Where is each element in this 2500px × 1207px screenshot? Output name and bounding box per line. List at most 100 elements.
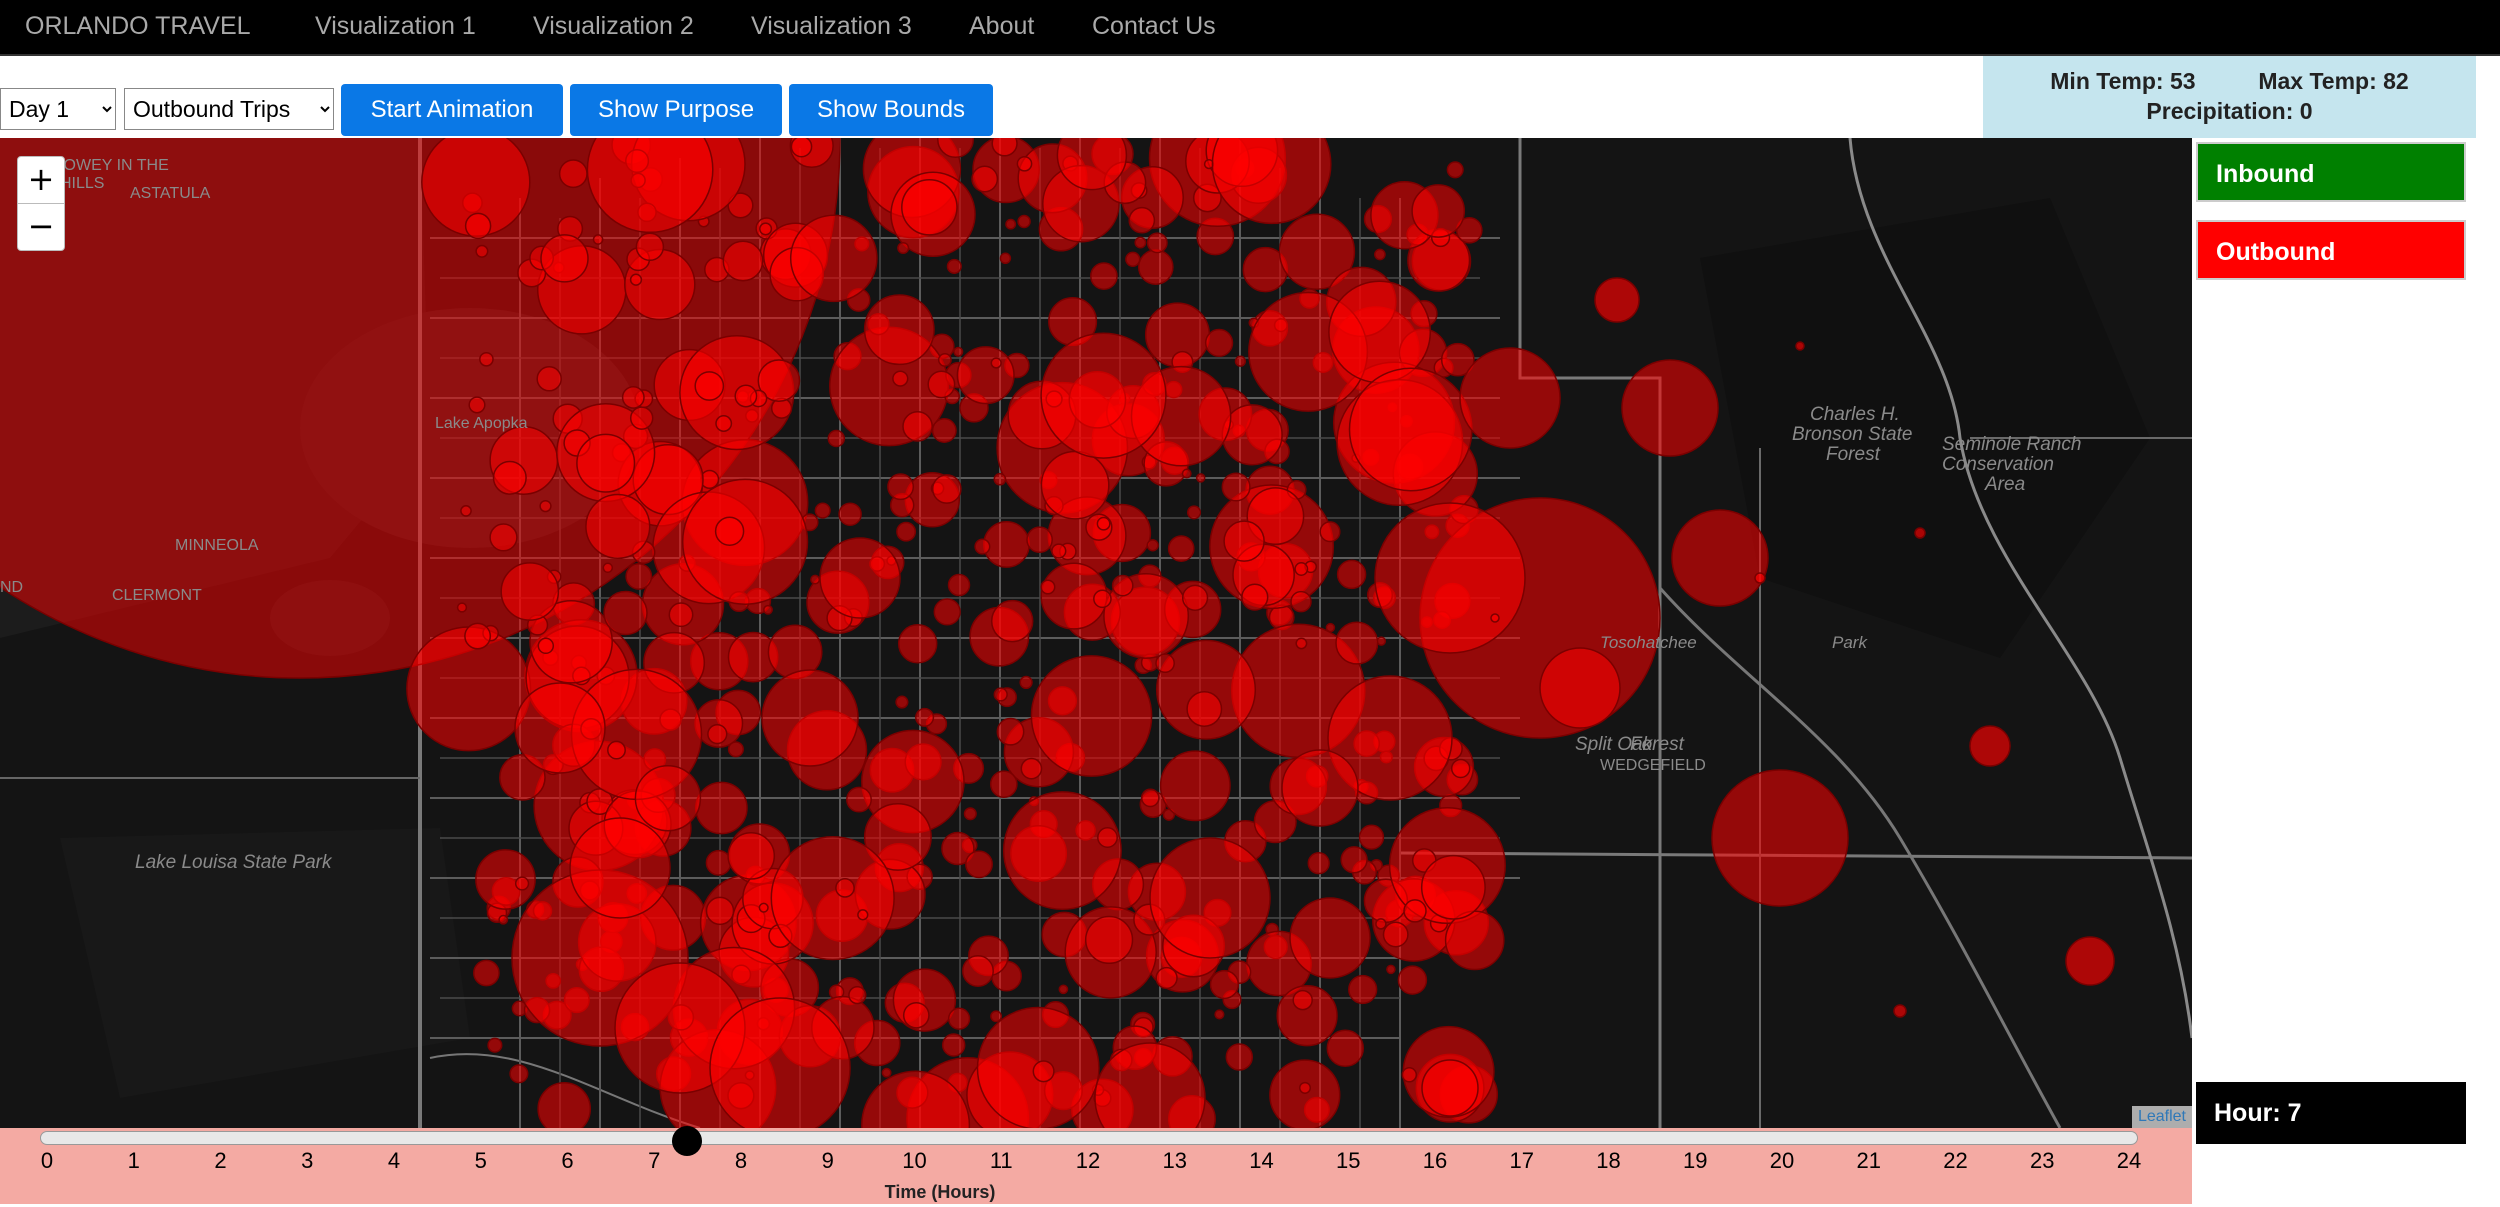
trip-circle	[585, 493, 651, 560]
trip-circle	[895, 695, 909, 709]
trip-circle	[540, 234, 589, 283]
trip-circle	[1490, 613, 1500, 623]
trip-circle	[1319, 521, 1341, 543]
time-tick-label: 1	[127, 1148, 140, 1173]
trip-circle	[814, 502, 831, 519]
time-tick-label: 9	[821, 1148, 834, 1173]
trip-circle	[1397, 965, 1428, 995]
trip-circle	[1134, 236, 1147, 249]
trip-circle	[1137, 249, 1174, 285]
nav-visualization-2[interactable]: Visualization 2	[533, 12, 694, 41]
nav-contact-us[interactable]: Contact Us	[1092, 12, 1216, 41]
trip-circle	[1374, 502, 1526, 654]
trip-circle	[1450, 758, 1471, 779]
trip-circle	[1420, 854, 1486, 920]
nav-visualization-3[interactable]: Visualization 3	[751, 12, 912, 41]
day-select[interactable]: Day 1	[0, 88, 116, 130]
trip-circle	[1289, 897, 1371, 979]
trip-circle	[569, 817, 671, 919]
trip-circle	[1032, 1060, 1055, 1083]
place-label: Forest	[1630, 734, 1685, 755]
trip-circle	[1294, 562, 1309, 576]
trip-circle	[838, 502, 862, 526]
trip-circle	[989, 770, 1018, 799]
trip-circle	[1084, 915, 1134, 965]
time-tick-label: 0	[40, 1148, 54, 1173]
trip-circle	[1195, 473, 1206, 483]
trip-circle	[1111, 574, 1134, 597]
trip-circle	[695, 781, 748, 835]
brand-link[interactable]: ORLANDO TRAVEL	[25, 12, 251, 41]
trip-circle	[498, 914, 509, 925]
show-purpose-button[interactable]: Show Purpose	[570, 84, 782, 136]
trip-circle	[1295, 637, 1308, 650]
trip-circle	[1446, 161, 1464, 179]
hour-display: Hour: 7	[2196, 1082, 2466, 1144]
trip-circle	[621, 385, 645, 409]
trip-circle	[514, 682, 606, 774]
trip-type-select[interactable]: Outbound Trips	[124, 88, 334, 130]
time-tick-label: 19	[1683, 1148, 1708, 1173]
place-label: ND	[0, 579, 23, 596]
trip-circle	[468, 396, 486, 414]
trip-circle	[1030, 655, 1153, 777]
time-tick-label: 2	[214, 1148, 227, 1173]
time-tick-label: 15	[1336, 1148, 1361, 1173]
trip-circle	[1146, 232, 1168, 254]
trip-circle	[763, 604, 773, 615]
trip-circle	[902, 1001, 930, 1029]
trip-circle	[603, 590, 648, 636]
trip-circle	[536, 366, 562, 392]
trip-circle	[727, 832, 776, 880]
trip-circle	[963, 807, 977, 821]
trip-circle	[956, 346, 1015, 405]
time-tick-label: 23	[2030, 1148, 2055, 1173]
trip-circle	[539, 499, 552, 513]
map-canvas: HOWEY IN THE HILLS ASTATULA Lake Apopka …	[0, 138, 2192, 1128]
trip-circle	[983, 520, 1030, 568]
place-label: CLERMONT	[112, 587, 202, 604]
trip-circle	[629, 406, 654, 430]
show-bounds-button[interactable]: Show Bounds	[789, 84, 993, 136]
trip-circle	[727, 741, 744, 758]
trip-circle	[1058, 984, 1069, 995]
leaflet-attribution[interactable]: Leaflet	[2131, 1106, 2192, 1128]
trip-circle	[1411, 184, 1466, 238]
trip-map[interactable]: HOWEY IN THE HILLS ASTATULA Lake Apopka …	[0, 138, 2192, 1128]
trip-circle	[602, 562, 614, 574]
trip-circle	[1214, 1009, 1225, 1020]
trip-circle	[607, 740, 626, 760]
trip-circle	[962, 955, 994, 987]
trip-circle	[489, 523, 518, 552]
start-animation-button[interactable]: Start Animation	[341, 84, 563, 136]
time-slider-thumb[interactable]	[672, 1126, 703, 1156]
trip-circle	[694, 371, 725, 401]
place-label: Park	[1832, 633, 1868, 652]
trip-circle	[1159, 750, 1231, 822]
place-label: Conservation	[1942, 454, 2054, 475]
trip-circle	[460, 505, 472, 517]
trip-circle	[887, 473, 915, 501]
trip-circle	[1128, 206, 1156, 234]
trip-circle	[629, 273, 643, 286]
trip-circle	[1382, 921, 1409, 948]
trip-circle	[827, 429, 846, 448]
trip-circle	[1005, 218, 1017, 230]
trip-circle	[668, 602, 694, 628]
trip-circle	[509, 1064, 529, 1084]
zoom-out-button[interactable]: −	[17, 203, 65, 251]
trip-circle	[1209, 969, 1240, 1000]
nav-visualization-1[interactable]: Visualization 1	[315, 12, 476, 41]
trip-circle	[1204, 328, 1234, 358]
trip-circle	[941, 1033, 966, 1057]
zoom-in-button[interactable]: +	[17, 156, 65, 204]
trip-circle	[479, 351, 494, 367]
trip-circle	[1026, 526, 1053, 554]
trip-circle	[514, 876, 530, 891]
time-slider-track[interactable]	[40, 1126, 2138, 1156]
trip-circle	[1711, 769, 1849, 907]
nav-about[interactable]: About	[969, 12, 1034, 41]
trip-circle	[1186, 505, 1202, 520]
trip-circle	[896, 521, 917, 542]
time-tick-label: 3	[301, 1148, 314, 1173]
